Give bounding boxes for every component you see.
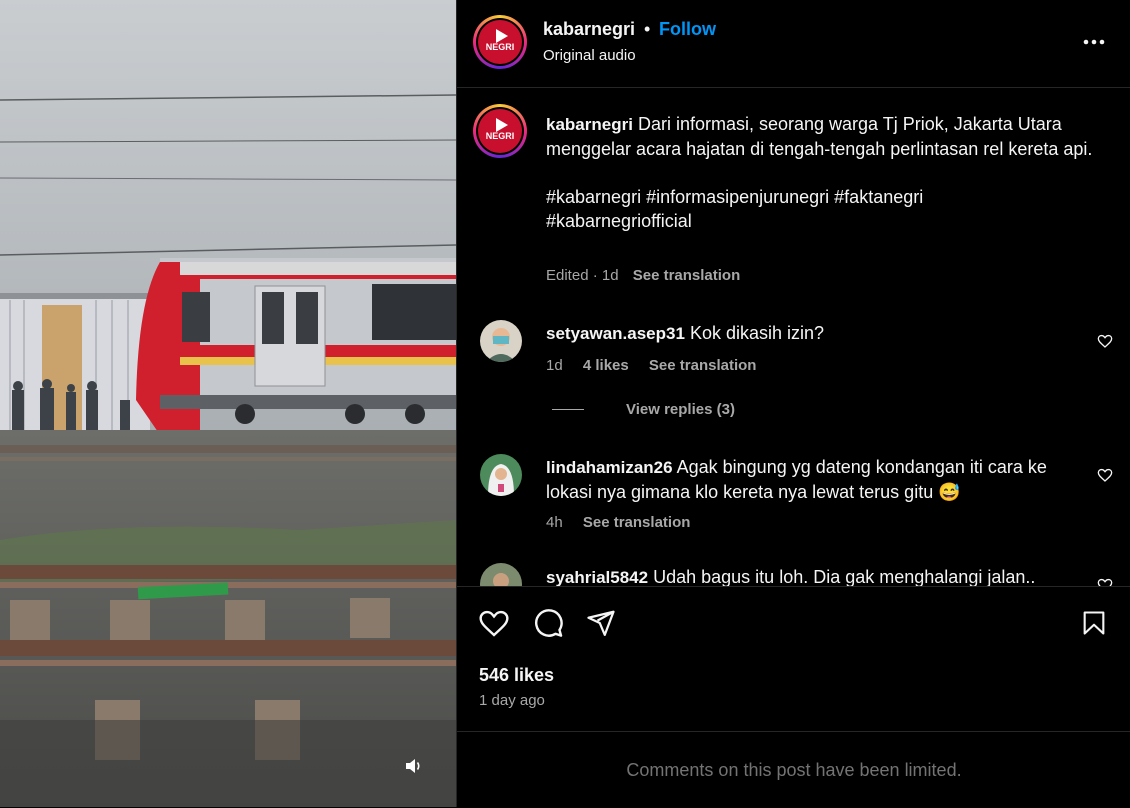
comment-icon (535, 609, 563, 637)
share-icon (587, 610, 615, 636)
post-time[interactable]: 1 day ago (479, 692, 545, 709)
comment-like-heart-icon[interactable] (1097, 333, 1113, 349)
speaker-icon (406, 759, 420, 773)
author-avatar[interactable]: NEGRI (473, 15, 527, 69)
comments-section[interactable]: NEGRI kabarnegri Dari informasi, seorang… (457, 88, 1130, 586)
svg-text:NEGRI: NEGRI (486, 131, 515, 141)
user-avatar-image (480, 454, 522, 496)
bookmark-icon (1083, 611, 1105, 635)
comment-username[interactable]: setyawan.asep31 (546, 324, 685, 343)
follow-button[interactable]: Follow (659, 19, 716, 40)
video-frame (0, 0, 456, 807)
comment-see-translation[interactable]: See translation (583, 514, 691, 531)
comment-text: Udah bagus itu loh. Dia gak menghalangi … (653, 567, 1036, 586)
comment-meta: 4h See translation (546, 514, 706, 531)
comment-text-block: syahrial5842 Udah bagus itu loh. Dia gak… (546, 565, 1066, 586)
caption-hashtags[interactable]: #kabarnegri #informasipenjurunegri #fakt… (546, 187, 923, 207)
comment-button[interactable] (531, 606, 565, 640)
heart-icon (479, 610, 509, 637)
user-avatar-image (480, 320, 522, 362)
comment-see-translation[interactable]: See translation (649, 357, 757, 374)
comment-text-block: lindahamizan26 Agak bingung yg dateng ko… (546, 455, 1066, 504)
more-options-button[interactable] (1080, 28, 1108, 56)
comment-text: Kok dikasih izin? (689, 323, 825, 343)
caption-username[interactable]: kabarnegri (546, 115, 633, 134)
more-icon (1083, 39, 1105, 45)
caption-avatar[interactable]: NEGRI (473, 104, 527, 158)
comment-time: 4h (546, 514, 563, 531)
post-caption: kabarnegri Dari informasi, seorang warga… (546, 112, 1094, 233)
post-video[interactable] (0, 0, 456, 807)
view-replies-button[interactable]: View replies (3) (552, 401, 735, 418)
comments-limited-notice: Comments on this post have been limited. (457, 731, 1130, 807)
comment-meta: 1d 4 likes See translation (546, 357, 772, 374)
like-button[interactable] (477, 606, 511, 640)
audio-label[interactable]: Original audio (543, 47, 636, 64)
comment-time: 1d (546, 357, 563, 374)
brand-logo: NEGRI (486, 29, 515, 52)
comment-avatar[interactable] (480, 320, 522, 362)
caption-edited: Edited · 1d (546, 267, 619, 284)
separator-dot: • (644, 19, 651, 39)
replies-divider (552, 409, 584, 410)
comment-avatar[interactable] (480, 454, 522, 496)
user-avatar-image (480, 563, 522, 586)
caption-see-translation[interactable]: See translation (633, 267, 741, 284)
share-button[interactable] (584, 606, 618, 640)
comment-likes[interactable]: 4 likes (583, 357, 629, 374)
comment-avatar[interactable] (480, 563, 522, 586)
mute-button[interactable] (400, 752, 428, 780)
likes-count[interactable]: 546 likes (479, 665, 554, 686)
caption-hashtags-2[interactable]: #kabarnegriofficial (546, 211, 692, 231)
post-actions: 546 likes 1 day ago (457, 586, 1130, 731)
comment-username[interactable]: lindahamizan26 (546, 458, 673, 477)
post-header: NEGRI kabarnegri • Follow Original audio (457, 0, 1130, 88)
brand-logo: NEGRI (486, 118, 515, 141)
view-replies-label: View replies (3) (626, 401, 735, 418)
caption-meta: Edited · 1d See translation (546, 267, 740, 284)
author-username[interactable]: kabarnegri (543, 19, 635, 40)
svg-text:NEGRI: NEGRI (486, 42, 515, 52)
comment-emoji: 😅 (938, 482, 961, 502)
comment-like-heart-icon[interactable] (1097, 577, 1113, 586)
comment-username[interactable]: syahrial5842 (546, 568, 648, 586)
save-button[interactable] (1077, 606, 1111, 640)
post-panel: NEGRI kabarnegri • Follow Original audio… (456, 0, 1130, 807)
comment-text-block: setyawan.asep31 Kok dikasih izin? (546, 321, 1066, 346)
comment-like-heart-icon[interactable] (1097, 467, 1113, 483)
